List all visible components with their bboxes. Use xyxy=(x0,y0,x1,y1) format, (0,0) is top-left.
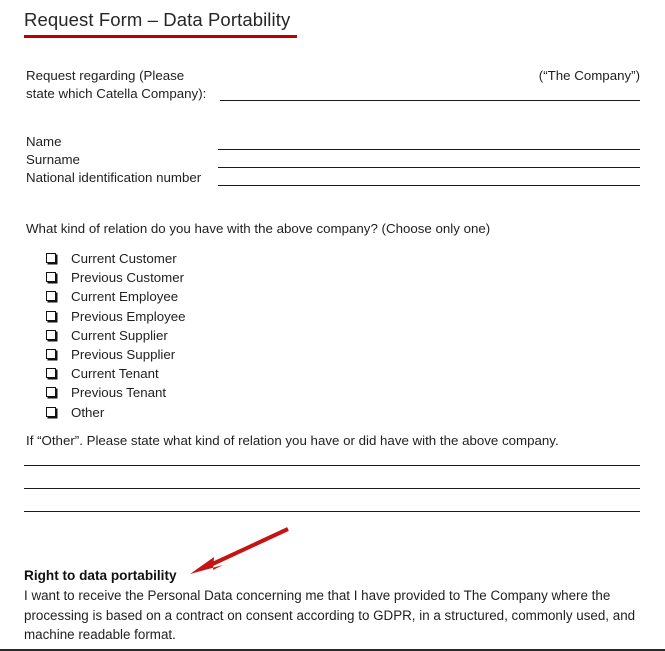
option-previous-employee[interactable]: Previous Employee xyxy=(0,308,665,327)
checkbox-icon[interactable] xyxy=(46,368,56,379)
option-label: Current Tenant xyxy=(71,366,159,382)
surname-label: Surname xyxy=(26,152,80,167)
portability-section: Right to data portability I want to rece… xyxy=(24,567,638,645)
company-section: Request regarding (Please state which Ca… xyxy=(0,62,665,112)
checkbox-icon[interactable] xyxy=(46,272,56,283)
checkbox-icon[interactable] xyxy=(46,387,56,398)
option-label: Previous Employee xyxy=(71,308,186,324)
identity-section: Name Surname National identification num… xyxy=(0,133,665,187)
field-row-national-id: National identification number xyxy=(0,169,665,187)
company-label-line-1: Request regarding (Please xyxy=(26,68,185,83)
national-id-input-line[interactable] xyxy=(218,185,640,186)
option-previous-customer[interactable]: Previous Customer xyxy=(0,269,665,288)
portability-heading: Right to data portability xyxy=(24,568,177,583)
company-note: (“The Company”) xyxy=(538,68,640,83)
other-answer-line-2[interactable] xyxy=(24,488,640,489)
page-title: Request Form – Data Portability xyxy=(24,9,291,30)
option-current-employee[interactable]: Current Employee xyxy=(0,288,665,307)
option-label: Current Customer xyxy=(71,251,177,266)
form-page: Request Form – Data Portability Request … xyxy=(0,0,665,651)
checkbox-icon[interactable] xyxy=(46,291,56,302)
option-current-supplier[interactable]: Current Supplier xyxy=(0,327,665,346)
checkbox-icon[interactable] xyxy=(46,348,56,359)
option-current-tenant[interactable]: Current Tenant xyxy=(0,365,665,384)
relation-options-list: Current Customer Previous Customer Curre… xyxy=(0,250,665,423)
option-label: Previous Tenant xyxy=(71,385,167,401)
option-other[interactable]: Other xyxy=(0,404,665,423)
name-input-line[interactable] xyxy=(218,149,640,150)
option-label: Current Supplier xyxy=(71,327,168,343)
other-answer-line-3[interactable] xyxy=(24,511,640,512)
option-label: Previous Customer xyxy=(71,270,185,286)
checkbox-icon[interactable] xyxy=(46,329,56,340)
name-label: Name xyxy=(26,134,62,149)
option-current-customer[interactable]: Current Customer xyxy=(0,250,665,269)
option-previous-tenant[interactable]: Previous Tenant xyxy=(0,384,665,403)
option-label: Other xyxy=(71,404,105,420)
checkbox-icon[interactable] xyxy=(46,406,56,417)
checkbox-icon[interactable] xyxy=(46,253,56,263)
field-row-name: Name xyxy=(0,133,665,151)
other-prompt: If “Other”. Please state what kind of re… xyxy=(26,433,559,448)
national-id-label: National identification number xyxy=(26,170,202,185)
other-answer-line-1[interactable] xyxy=(24,465,640,466)
company-input-line[interactable] xyxy=(220,100,640,101)
company-label: Request regarding (Please state which Ca… xyxy=(26,67,216,102)
option-label: Current Employee xyxy=(71,289,179,305)
title-underline-rule xyxy=(24,35,297,38)
option-label: Previous Supplier xyxy=(71,346,176,362)
checkbox-icon[interactable] xyxy=(46,310,56,321)
option-previous-supplier[interactable]: Previous Supplier xyxy=(0,346,665,365)
surname-input-line[interactable] xyxy=(218,167,640,168)
field-row-surname: Surname xyxy=(0,151,665,169)
portability-body: I want to receive the Personal Data conc… xyxy=(24,588,636,643)
page-title-block: Request Form – Data Portability xyxy=(24,8,444,38)
relation-question: What kind of relation do you have with t… xyxy=(26,221,491,236)
company-label-line-2: state which Catella Company): xyxy=(26,85,207,101)
